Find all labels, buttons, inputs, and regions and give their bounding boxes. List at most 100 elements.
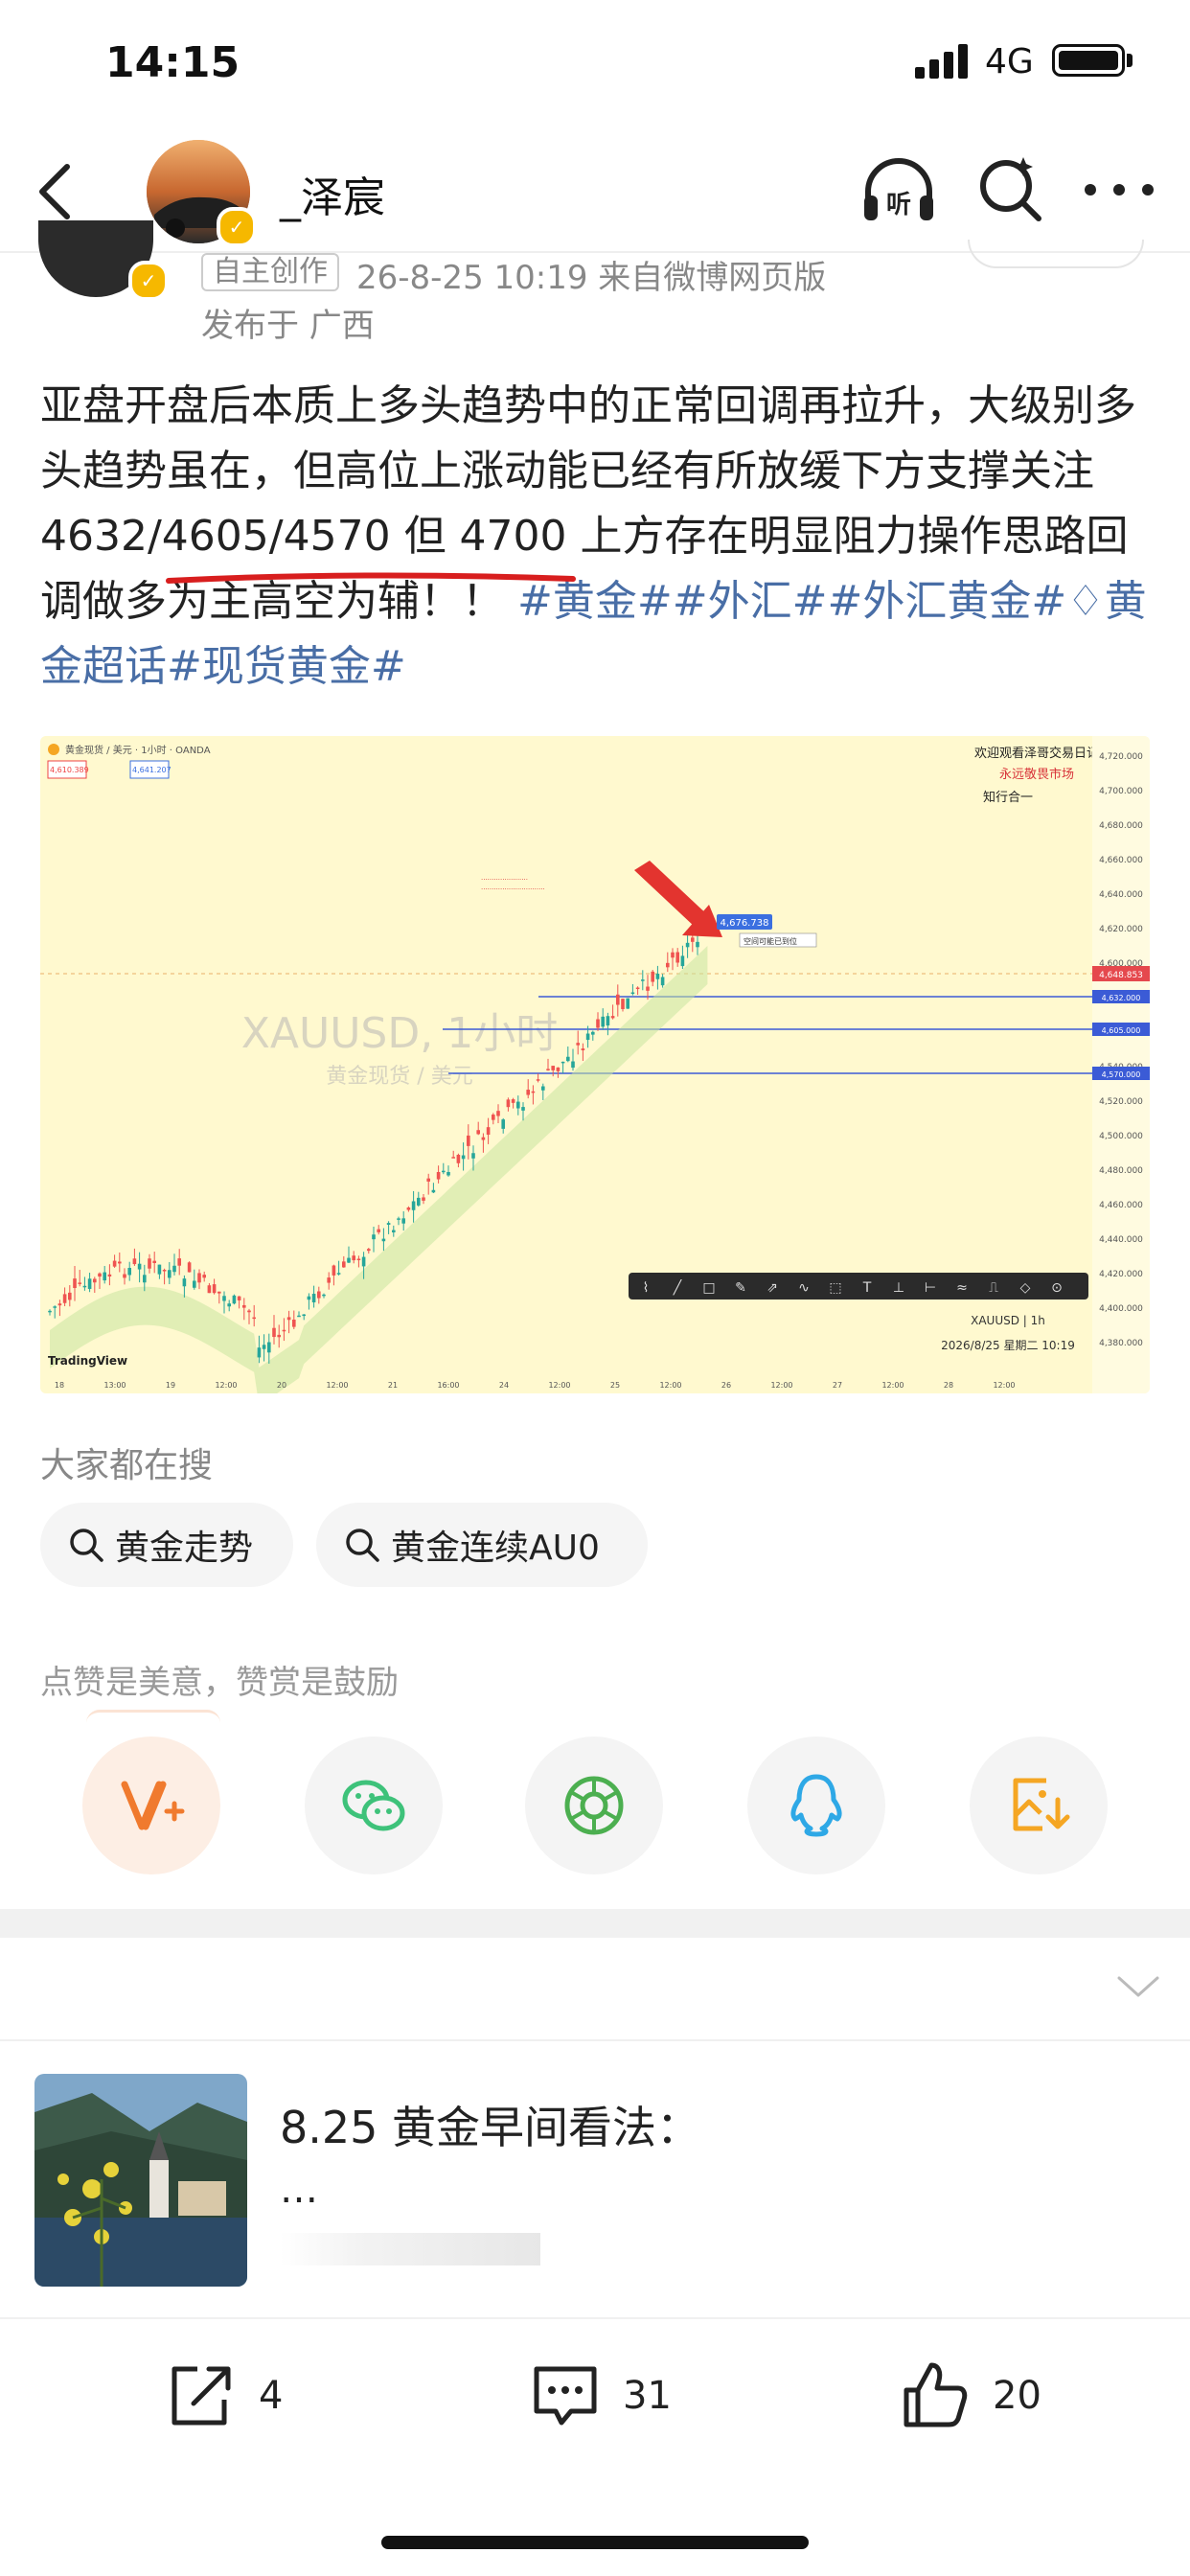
candle-body xyxy=(675,952,679,963)
candle-body xyxy=(551,1066,555,1070)
hashtag-spot-gold[interactable]: #现货黄金# xyxy=(167,642,406,691)
hashtags[interactable]: #黄金##外汇##外汇黄金# xyxy=(517,577,1066,626)
candle-body xyxy=(336,1273,341,1275)
chevron-down-icon[interactable] xyxy=(1115,1972,1161,2001)
post-location: 发布于 广西 xyxy=(201,307,375,345)
candle-body xyxy=(352,1255,355,1261)
candle-body xyxy=(660,977,665,986)
candle-body xyxy=(610,1016,615,1019)
candle-body xyxy=(696,941,699,948)
search-chip-gold-trend[interactable]: 黄金走势 xyxy=(40,1503,293,1587)
candle-body xyxy=(546,1069,550,1070)
candle-body xyxy=(93,1278,97,1283)
reward-icon xyxy=(121,1781,185,1830)
price-axis-label: 4,640.000 xyxy=(1099,890,1143,900)
candle-body xyxy=(297,1315,301,1318)
save-image-icon xyxy=(1013,1778,1070,1831)
post-body: 亚盘开盘后本质上多头趋势中的正常回调再拉升，大级别多头趋势虽在，但高位上涨动能已… xyxy=(40,374,1161,700)
candle-body xyxy=(123,1274,126,1278)
share-moments-button[interactable] xyxy=(525,1736,663,1874)
related-post-excerpt: … xyxy=(280,2168,318,2212)
candle-body xyxy=(162,1270,167,1272)
repost-button[interactable]: 4 xyxy=(165,2358,283,2434)
candle-body xyxy=(685,942,690,948)
note-welcome: 欢迎观看泽哥交易日记 xyxy=(974,746,1099,761)
candle-body xyxy=(496,1111,500,1116)
time-axis-label: 12:00 xyxy=(770,1381,792,1390)
save-image-button[interactable] xyxy=(970,1736,1108,1874)
candle-body xyxy=(626,998,629,1009)
time-axis-label: 12:00 xyxy=(993,1381,1015,1390)
related-post-thumbnail[interactable] xyxy=(34,2074,247,2287)
candle-body xyxy=(630,992,635,995)
share-wechat-button[interactable] xyxy=(305,1736,443,1874)
candle-body xyxy=(257,1347,262,1358)
toolbar-tool-icon: ≈ xyxy=(956,1280,968,1296)
candle-body xyxy=(237,1296,241,1300)
candle-body xyxy=(521,1107,525,1111)
like-button[interactable]: 20 xyxy=(899,2358,1041,2434)
candle-body xyxy=(282,1329,286,1332)
candle-body xyxy=(127,1268,131,1276)
candle-body xyxy=(616,994,620,1005)
section-divider xyxy=(0,1909,1190,1938)
candle-body xyxy=(197,1273,201,1283)
candle-body xyxy=(511,1099,515,1103)
buy-box-value: 4,641.207 xyxy=(132,766,172,774)
original-content-tag: 自主创作 xyxy=(201,253,339,291)
supertopic-diamond-icon[interactable]: ♢ xyxy=(1066,577,1104,626)
candle-body xyxy=(272,1327,276,1338)
price-axis-label: 4,620.000 xyxy=(1099,925,1143,934)
candle-body xyxy=(217,1291,221,1294)
candle-body xyxy=(247,1310,251,1313)
related-post-title[interactable]: 8.25 黄金早间看法： xyxy=(280,2093,700,2156)
candle-body xyxy=(107,1274,112,1276)
time-axis-label: 19 xyxy=(166,1381,175,1390)
share-qq-button[interactable] xyxy=(747,1736,885,1874)
candle-body xyxy=(356,1258,361,1261)
toolbar-tool-icon: ∿ xyxy=(798,1280,810,1296)
candle-body xyxy=(48,1310,52,1313)
time-axis-label: 12:00 xyxy=(215,1381,237,1390)
reward-button[interactable] xyxy=(82,1736,220,1874)
candle-body xyxy=(342,1261,346,1268)
candle-body xyxy=(666,962,670,968)
watermark-name: 黄金现货 / 美元 xyxy=(326,1065,472,1089)
candle-body xyxy=(73,1278,77,1288)
author-name[interactable]: _泽宸 xyxy=(280,163,385,224)
candle-body xyxy=(311,1294,316,1302)
like-count: 20 xyxy=(993,2374,1041,2418)
tradingview-brand: TradingView xyxy=(48,1354,127,1368)
back-button[interactable] xyxy=(27,153,84,230)
time-axis-label: 26 xyxy=(721,1381,731,1390)
post-chart-image[interactable]: 黄金现货 / 美元 · 1小时 · OANDA 4,610.389 4,641.… xyxy=(40,736,1150,1393)
candle-body xyxy=(381,1238,386,1242)
candle-body xyxy=(87,1278,92,1289)
price-axis-label: 4,680.000 xyxy=(1099,821,1143,831)
candle-body xyxy=(168,1270,172,1278)
time-axis-label: 12:00 xyxy=(881,1381,904,1390)
time-axis-label: 12:00 xyxy=(548,1381,570,1390)
candle-body xyxy=(536,1079,540,1081)
search-icon xyxy=(70,1529,103,1562)
search-chip-gold-au0[interactable]: 黄金连续AU0 xyxy=(316,1503,648,1587)
post-time-source: 26-8-25 10:19 来自微博网页版 xyxy=(356,259,827,297)
moments-icon xyxy=(564,1776,624,1835)
search-icon xyxy=(346,1529,379,1562)
candle-body xyxy=(531,1091,536,1093)
candle-body xyxy=(576,1043,580,1046)
listen-icon[interactable]: 听 xyxy=(860,153,937,230)
share-icon xyxy=(172,2366,231,2426)
candle-body xyxy=(541,1086,545,1091)
toolbar-tool-icon: ✎ xyxy=(735,1280,746,1296)
wechat-icon xyxy=(342,1780,405,1831)
candle-body xyxy=(467,1135,470,1146)
more-icon[interactable] xyxy=(1081,178,1157,201)
svg-text:听: 听 xyxy=(886,191,911,219)
follow-button[interactable] xyxy=(968,240,1144,268)
candle-body xyxy=(516,1101,520,1109)
candle-body xyxy=(401,1218,405,1224)
comment-button[interactable]: 31 xyxy=(529,2358,672,2434)
search-icon[interactable] xyxy=(975,153,1044,222)
note-respect-market: 永远敬畏市场 xyxy=(999,767,1074,782)
